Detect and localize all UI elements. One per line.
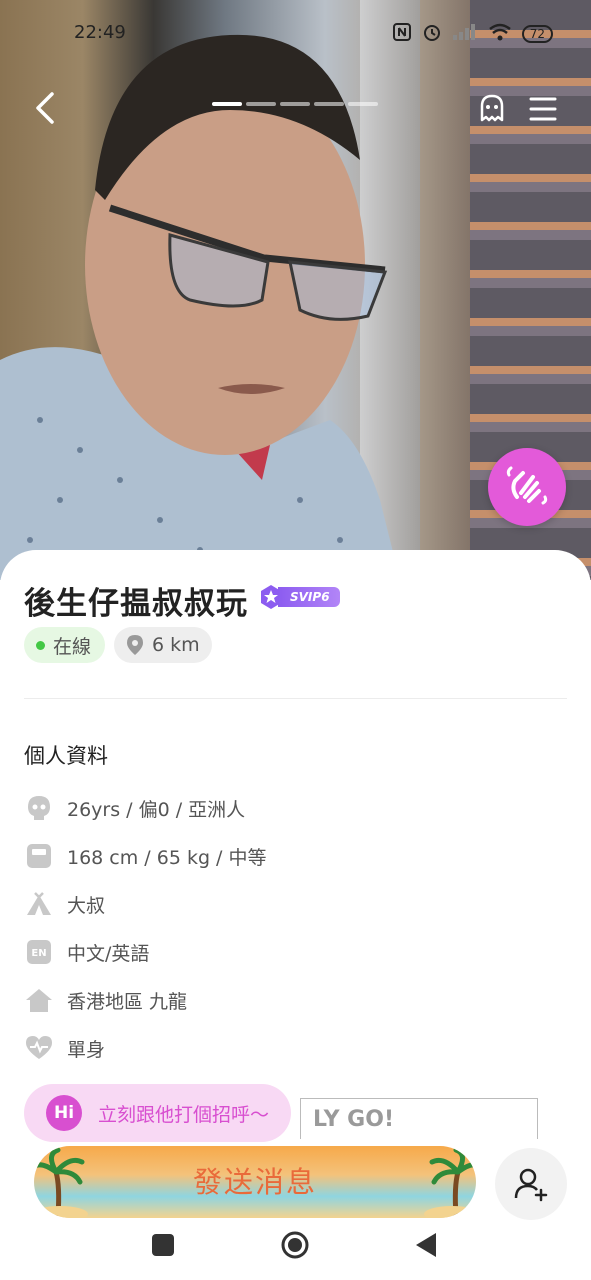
signal-icon bbox=[452, 23, 478, 45]
distance-chip: 6 km bbox=[114, 627, 212, 663]
menu-button[interactable] bbox=[528, 96, 558, 122]
distance-label: 6 km bbox=[152, 634, 200, 656]
info-row-relationship: 單身 bbox=[24, 1032, 105, 1064]
partial-card-text: LY GO! bbox=[313, 1107, 394, 1132]
send-message-label: 發送消息 bbox=[192, 1165, 317, 1199]
online-dot-icon bbox=[36, 640, 45, 650]
divider bbox=[24, 698, 567, 699]
status-icons: 72 bbox=[392, 22, 553, 46]
info-row-language: EN 中文/英語 bbox=[24, 936, 149, 968]
photo-page-indicator bbox=[212, 102, 378, 106]
photo-page-dot bbox=[212, 102, 242, 106]
photo-page-dot bbox=[348, 102, 378, 106]
photo-page-dot bbox=[314, 102, 344, 106]
nfc-icon bbox=[392, 22, 412, 46]
person-silhouette bbox=[0, 34, 400, 580]
partial-card: LY GO! bbox=[300, 1098, 538, 1139]
home-button[interactable] bbox=[280, 1230, 310, 1260]
info-row-measurements: 168 cm / 65 kg / 中等 bbox=[24, 840, 267, 872]
photo-top-bar bbox=[0, 88, 591, 130]
info-row-text: 168 cm / 65 kg / 中等 bbox=[67, 846, 267, 869]
vip-badge[interactable]: SVIP6 bbox=[258, 584, 340, 610]
info-row-location: 香港地區 九龍 bbox=[24, 984, 187, 1016]
wifi-icon bbox=[488, 23, 512, 45]
greeting-text: 立刻跟他打個招呼～ bbox=[98, 1103, 270, 1126]
profile-name: 後生仔揾叔叔玩 bbox=[24, 586, 248, 622]
hi-icon: Hi bbox=[46, 1095, 82, 1131]
greeting-bubble[interactable]: Hi 立刻跟他打個招呼～ bbox=[24, 1084, 292, 1142]
recent-apps-button[interactable] bbox=[152, 1234, 174, 1256]
add-friend-button[interactable] bbox=[495, 1148, 567, 1220]
ghost-mode-button[interactable] bbox=[476, 92, 508, 124]
chevron-left-icon bbox=[36, 92, 54, 124]
photo-page-dot bbox=[280, 102, 310, 106]
home-icon bbox=[24, 985, 54, 1015]
status-bar: 22:49 72 bbox=[0, 18, 591, 52]
nav-back-button[interactable] bbox=[414, 1232, 438, 1258]
online-status-chip: 在線 bbox=[24, 627, 106, 663]
add-user-icon bbox=[514, 1168, 548, 1202]
ghost-icon bbox=[480, 94, 504, 122]
status-time: 22:49 bbox=[74, 22, 126, 43]
vip-badge-label: SVIP6 bbox=[278, 587, 340, 607]
alarm-icon bbox=[422, 22, 442, 46]
online-label: 在線 bbox=[53, 635, 92, 658]
back-button[interactable] bbox=[32, 90, 62, 126]
info-row-body: 26yrs / 偏0 / 亞洲人 bbox=[24, 792, 245, 824]
wave-button[interactable] bbox=[488, 448, 566, 526]
info-row-text: 單身 bbox=[67, 1038, 106, 1061]
info-row-text: 大叔 bbox=[67, 894, 106, 917]
menu-icon bbox=[529, 97, 557, 121]
send-message-button[interactable]: 發送消息 bbox=[34, 1146, 476, 1218]
section-title: 個人資料 bbox=[24, 744, 108, 768]
info-row-type: 大叔 bbox=[24, 888, 105, 920]
waving-hand-icon bbox=[506, 466, 548, 505]
camp-icon bbox=[24, 889, 54, 919]
battery-indicator: 72 bbox=[521, 25, 553, 43]
heart-icon bbox=[24, 1033, 54, 1063]
system-nav-bar bbox=[0, 1220, 591, 1280]
language-icon: EN bbox=[24, 937, 54, 967]
profile-card: 後生仔揾叔叔玩 SVIP6 在線 6 km 個人資料 26yrs / 偏0 / … bbox=[0, 550, 591, 1280]
info-row-text: 中文/英語 bbox=[67, 942, 150, 965]
info-row-text: 香港地區 九龍 bbox=[67, 990, 188, 1013]
location-pin-icon bbox=[127, 635, 143, 655]
scale-icon bbox=[24, 841, 54, 871]
face-icon bbox=[24, 793, 54, 823]
photo-page-dot bbox=[246, 102, 276, 106]
svg-text:EN: EN bbox=[31, 948, 46, 959]
info-row-text: 26yrs / 偏0 / 亞洲人 bbox=[67, 798, 246, 821]
